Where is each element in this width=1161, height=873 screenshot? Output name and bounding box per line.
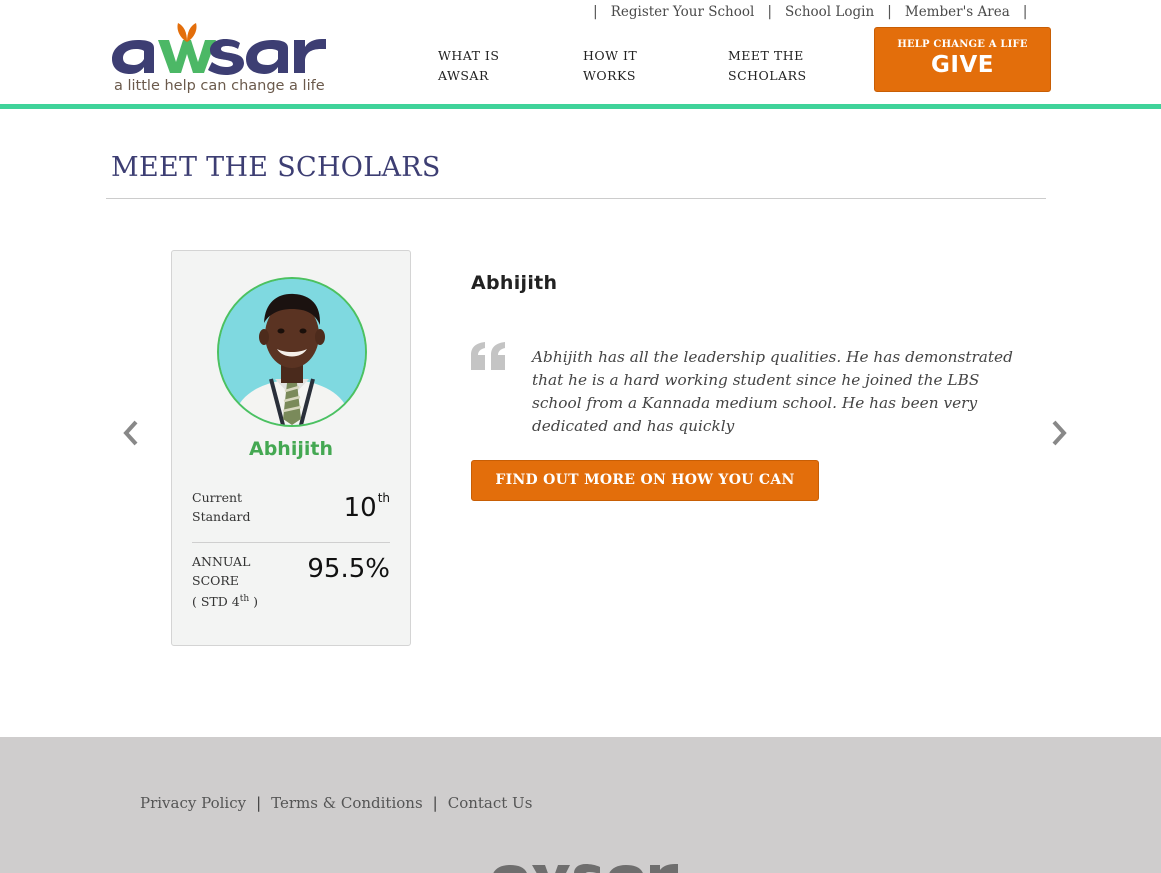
score-value: 95.5% — [307, 554, 390, 584]
site-header: a little help can change a life | Regist… — [0, 0, 1161, 110]
privacy-policy-link[interactable]: Privacy Policy — [140, 794, 246, 812]
score-label-line3-sup: th — [239, 594, 250, 604]
register-school-link[interactable]: Register Your School — [611, 4, 755, 20]
standard-value-number: 10 — [343, 493, 377, 523]
standard-value: 10th — [344, 491, 390, 523]
school-login-link[interactable]: School Login — [785, 4, 874, 20]
scholar-card-name: Abhijith — [249, 438, 333, 460]
utility-nav: | Register Your School | School Login | … — [580, 2, 1040, 22]
members-area-link[interactable]: Member's Area — [905, 4, 1010, 20]
terms-conditions-link[interactable]: Terms & Conditions — [271, 794, 422, 812]
scholar-portrait-image — [219, 279, 365, 425]
separator: | — [256, 794, 262, 812]
give-button[interactable]: HELP CHANGE A LIFE GIVE — [874, 27, 1051, 92]
chevron-left-icon — [123, 420, 138, 446]
standard-label-line2: Standard — [192, 509, 251, 524]
separator: | — [1022, 4, 1028, 20]
nav-how-it-works[interactable]: HOW IT WORKS — [583, 46, 663, 86]
score-label-line3-suffix: ) — [249, 594, 258, 610]
separator: | — [887, 4, 892, 20]
scholar-card: Abhijith Current Standard 10th ANNUAL SC… — [171, 250, 411, 646]
site-footer: Privacy Policy | Terms & Conditions | Co… — [0, 737, 1161, 873]
standard-value-suffix: th — [377, 491, 390, 505]
awsar-logo[interactable]: a little help can change a life — [110, 18, 340, 100]
standard-label: Current Standard — [192, 488, 251, 526]
standard-label-line1: Current — [192, 490, 243, 505]
give-button-label: GIVE — [931, 52, 994, 78]
score-label-line2: SCORE — [192, 573, 239, 588]
separator: | — [593, 4, 598, 20]
score-label-line1: ANNUAL — [192, 554, 251, 569]
footer-nav: Privacy Policy | Terms & Conditions | Co… — [140, 794, 532, 812]
logo-tagline: a little help can change a life — [114, 78, 325, 94]
quote-icon — [471, 342, 505, 370]
separator: | — [767, 4, 773, 20]
carousel-prev-button[interactable] — [120, 418, 142, 448]
card-divider — [192, 542, 390, 543]
nav-meet-the-scholars[interactable]: MEET THE SCHOLARS — [728, 46, 828, 86]
separator: | — [432, 794, 438, 812]
page-title: MEET THE SCHOLARS — [111, 152, 441, 183]
scholar-quote: Abhijith has all the leadership qualitie… — [532, 348, 1013, 435]
scholar-heading: Abhijith — [471, 272, 558, 294]
header-accent-bar — [0, 104, 1161, 109]
nav-what-is-awsar[interactable]: WHAT IS AWSAR — [438, 46, 528, 86]
title-divider — [106, 198, 1046, 199]
give-button-subtitle: HELP CHANGE A LIFE — [897, 39, 1028, 50]
scholar-photo — [217, 277, 367, 427]
score-label-line3-prefix: ( STD 4 — [192, 594, 240, 610]
carousel-next-button[interactable] — [1048, 418, 1070, 448]
logo-wordmark — [112, 23, 326, 75]
contact-us-link[interactable]: Contact Us — [448, 794, 533, 812]
chevron-right-icon — [1052, 420, 1067, 446]
score-label: ANNUAL SCORE ( STD 4th ) — [192, 552, 258, 611]
footer-logo — [493, 864, 678, 873]
find-out-more-button[interactable]: FIND OUT MORE ON HOW YOU CAN HELP — [471, 460, 819, 527]
